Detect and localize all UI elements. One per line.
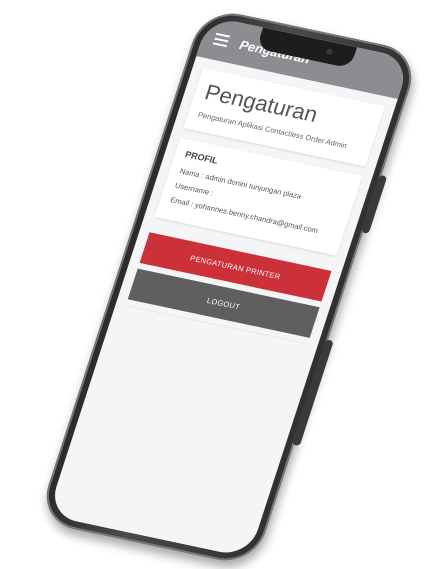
phone-frame: Pengaturan Pengaturan Pengaturan Aplikas… — [36, 6, 422, 568]
camera-icon — [325, 48, 334, 56]
phone-screen: Pengaturan Pengaturan Pengaturan Aplikas… — [47, 15, 411, 559]
hamburger-menu-icon[interactable] — [212, 32, 231, 48]
settings-content: Pengaturan Pengaturan Aplikasi Contactle… — [113, 56, 398, 356]
actions: PENGATURAN PRINTER LOGOUT — [125, 232, 332, 345]
